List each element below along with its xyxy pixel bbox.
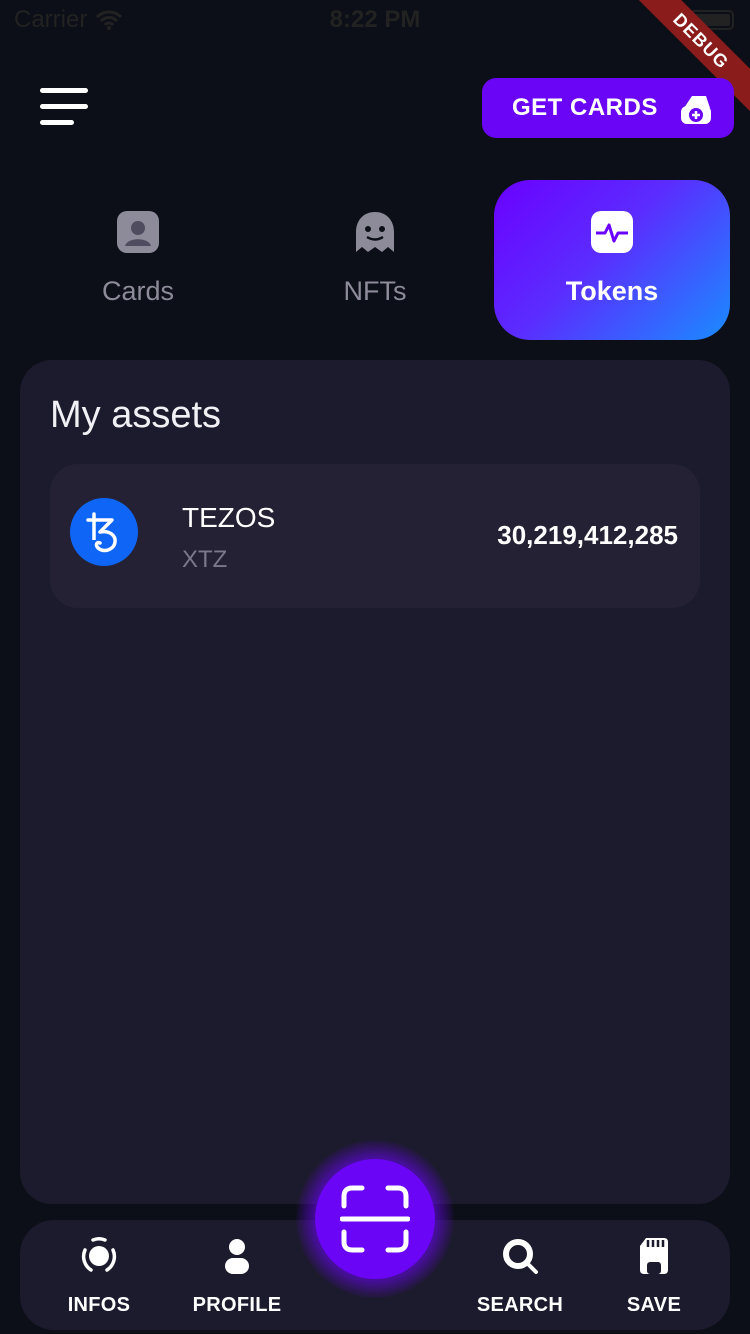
id-card-icon (117, 211, 159, 253)
status-bar: Carrier 8:22 PM (0, 0, 750, 40)
nav-label: SAVE (626, 1294, 682, 1316)
tab-cards[interactable]: Cards (20, 180, 256, 340)
asset-amount: 30,219,412,285 (497, 520, 678, 550)
nav-save[interactable]: SAVE (594, 1236, 714, 1320)
get-cards-label: GET CARDS (512, 94, 658, 121)
activity-icon (591, 211, 633, 253)
tab-label: Tokens (565, 276, 659, 306)
radar-icon (81, 1237, 117, 1272)
user-icon (225, 1239, 249, 1274)
asset-symbol: XTZ (182, 546, 228, 573)
nav-infos[interactable]: INFOS (39, 1236, 159, 1320)
add-card-icon (680, 96, 711, 124)
menu-line (40, 88, 88, 93)
menu-line (40, 120, 74, 125)
ghost-icon (356, 212, 394, 252)
tab-tokens[interactable]: Tokens (494, 180, 730, 340)
nav-label: PROFILE (192, 1294, 282, 1316)
panel-title: My assets (50, 394, 222, 436)
nav-label: SEARCH (476, 1294, 564, 1316)
tezos-icon (70, 498, 138, 566)
menu-line (40, 104, 88, 109)
asset-tabs: Cards NFTs Tokens (20, 180, 730, 340)
nav-profile[interactable]: PROFILE (177, 1236, 297, 1320)
menu-button[interactable] (36, 86, 92, 130)
scan-icon (340, 1185, 410, 1253)
tab-label: Cards (101, 276, 175, 306)
scan-button[interactable] (315, 1159, 435, 1279)
nav-search[interactable]: SEARCH (460, 1236, 580, 1320)
tab-nfts[interactable]: NFTs (257, 180, 493, 340)
asset-row-tezos[interactable]: TEZOS XTZ 30,219,412,285 (50, 464, 700, 608)
tab-label: NFTs (343, 276, 407, 306)
sd-card-icon (640, 1238, 668, 1274)
assets-panel: My assets TEZOS XTZ 30,219,412,285 (20, 360, 730, 1204)
get-cards-button[interactable]: GET CARDS (482, 78, 734, 138)
nav-label: INFOS (67, 1294, 131, 1316)
asset-name: TEZOS (182, 502, 276, 533)
status-time: 8:22 PM (329, 6, 421, 33)
search-icon (503, 1239, 538, 1274)
